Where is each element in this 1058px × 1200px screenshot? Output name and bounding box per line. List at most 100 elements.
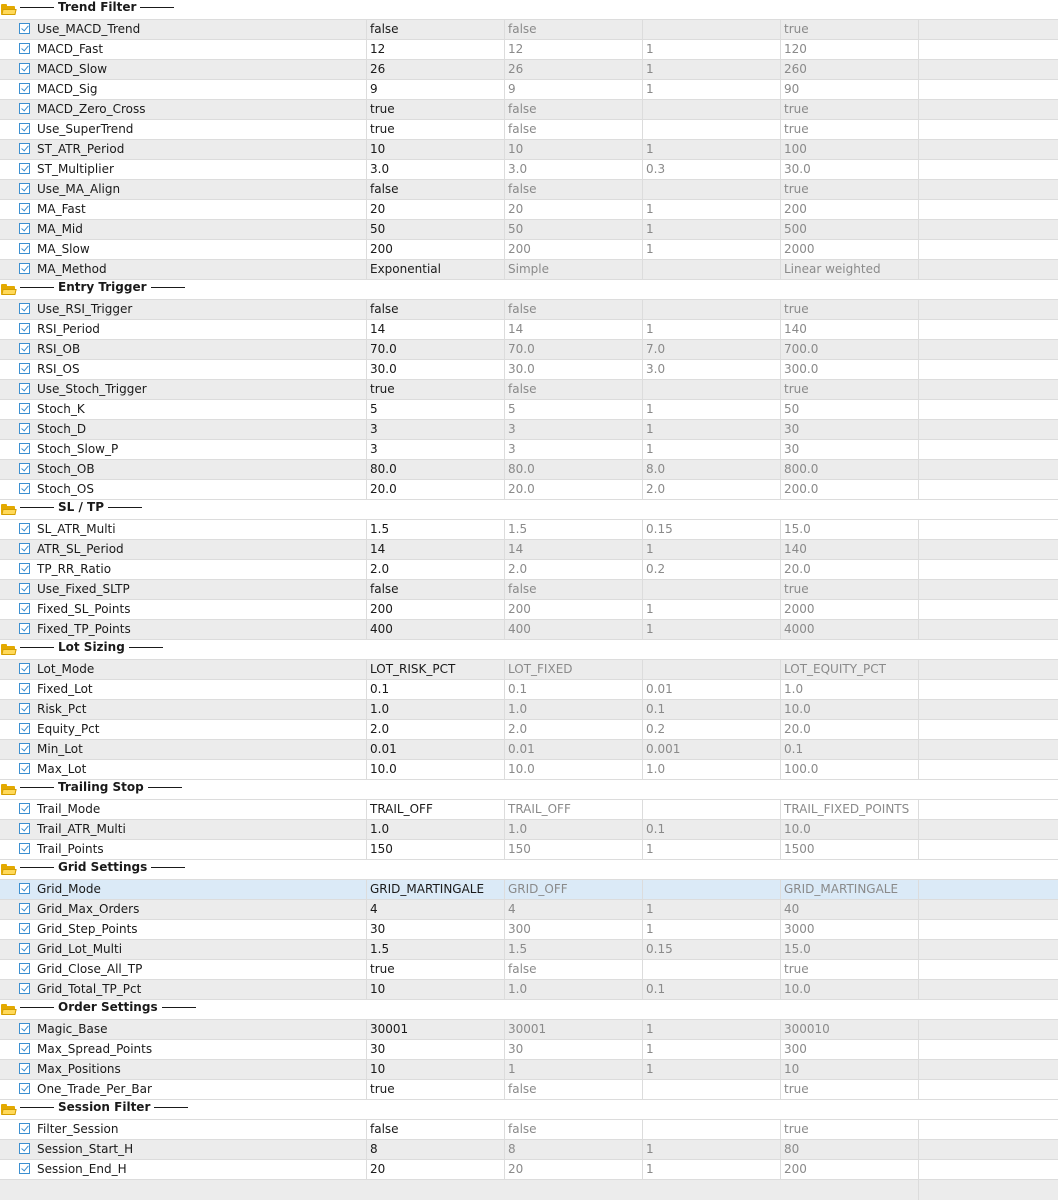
stop-cell[interactable]: 500	[781, 220, 919, 239]
checkbox-checked-icon[interactable]	[19, 363, 30, 374]
step-cell[interactable]: 1	[643, 40, 781, 59]
checkbox-checked-icon[interactable]	[19, 303, 30, 314]
variable-cell[interactable]: Grid_Total_TP_Pct	[0, 980, 367, 999]
checkbox-checked-icon[interactable]	[19, 583, 30, 594]
step-cell[interactable]: 0.2	[643, 720, 781, 739]
parameter-row[interactable]: Stoch_D 3 3 1 30	[0, 420, 1058, 440]
step-cell[interactable]: 1	[643, 140, 781, 159]
start-cell[interactable]: 26	[505, 60, 643, 79]
checkbox-checked-icon[interactable]	[19, 743, 30, 754]
stop-cell[interactable]: 700.0	[781, 340, 919, 359]
stop-cell[interactable]: 200.0	[781, 480, 919, 499]
start-cell[interactable]: 80.0	[505, 460, 643, 479]
stop-cell[interactable]: true	[781, 380, 919, 399]
start-cell[interactable]: 150	[505, 840, 643, 859]
checkbox-checked-icon[interactable]	[19, 843, 30, 854]
step-cell[interactable]: 1	[643, 320, 781, 339]
step-cell[interactable]: 0.15	[643, 520, 781, 539]
checkbox-checked-icon[interactable]	[19, 663, 30, 674]
checkbox-checked-icon[interactable]	[19, 443, 30, 454]
stop-cell[interactable]: 15.0	[781, 520, 919, 539]
checkbox-checked-icon[interactable]	[19, 563, 30, 574]
start-cell[interactable]: 3.0	[505, 160, 643, 179]
variable-cell[interactable]: Session_End_H	[0, 1160, 367, 1179]
value-cell[interactable]: 10.0	[367, 760, 505, 779]
value-cell[interactable]: 3	[367, 440, 505, 459]
checkbox-checked-icon[interactable]	[19, 823, 30, 834]
stop-cell[interactable]: 200	[781, 200, 919, 219]
stop-cell[interactable]: 10	[781, 1060, 919, 1079]
group-header[interactable]: SL / TP	[0, 500, 1058, 520]
start-cell[interactable]: false	[505, 1120, 643, 1139]
stop-cell[interactable]: 300010	[781, 1020, 919, 1039]
parameter-row[interactable]: MA_Mid 50 50 1 500	[0, 220, 1058, 240]
value-cell[interactable]: 1.0	[367, 700, 505, 719]
parameter-row[interactable]: Stoch_K 5 5 1 50	[0, 400, 1058, 420]
parameter-row[interactable]: Use_Stoch_Trigger true false true	[0, 380, 1058, 400]
variable-cell[interactable]: One_Trade_Per_Bar	[0, 1080, 367, 1099]
value-cell[interactable]: 14	[367, 320, 505, 339]
parameter-row[interactable]: Grid_Lot_Multi 1.5 1.5 0.15 15.0	[0, 940, 1058, 960]
step-cell[interactable]: 8.0	[643, 460, 781, 479]
start-cell[interactable]: 12	[505, 40, 643, 59]
value-cell[interactable]: true	[367, 380, 505, 399]
stop-cell[interactable]: 140	[781, 320, 919, 339]
variable-cell[interactable]: Grid_Max_Orders	[0, 900, 367, 919]
step-cell[interactable]: 1	[643, 600, 781, 619]
step-cell[interactable]	[643, 300, 781, 319]
step-cell[interactable]: 1	[643, 80, 781, 99]
start-cell[interactable]: 20	[505, 200, 643, 219]
stop-cell[interactable]: 1.0	[781, 680, 919, 699]
start-cell[interactable]: 14	[505, 540, 643, 559]
checkbox-checked-icon[interactable]	[19, 603, 30, 614]
value-cell[interactable]: false	[367, 580, 505, 599]
parameter-row[interactable]: MA_Slow 200 200 1 2000	[0, 240, 1058, 260]
stop-cell[interactable]: 30	[781, 420, 919, 439]
group-header[interactable]: Order Settings	[0, 1000, 1058, 1020]
start-cell[interactable]: 10.0	[505, 760, 643, 779]
group-header[interactable]: Session Filter	[0, 1100, 1058, 1120]
start-cell[interactable]: 3	[505, 420, 643, 439]
checkbox-checked-icon[interactable]	[19, 1063, 30, 1074]
step-cell[interactable]	[643, 120, 781, 139]
start-cell[interactable]: 20	[505, 1160, 643, 1179]
value-cell[interactable]: 200	[367, 600, 505, 619]
parameter-row[interactable]: Session_Start_H 8 8 1 80	[0, 1140, 1058, 1160]
checkbox-checked-icon[interactable]	[19, 883, 30, 894]
parameter-row[interactable]: Session_End_H 20 20 1 200	[0, 1160, 1058, 1180]
checkbox-checked-icon[interactable]	[19, 683, 30, 694]
value-cell[interactable]: 30	[367, 920, 505, 939]
parameter-row[interactable]: Stoch_OB 80.0 80.0 8.0 800.0	[0, 460, 1058, 480]
parameter-row[interactable]: ST_ATR_Period 10 10 1 100	[0, 140, 1058, 160]
parameter-row[interactable]: Max_Positions 10 1 1 10	[0, 1060, 1058, 1080]
parameter-row[interactable]: Trail_ATR_Multi 1.0 1.0 0.1 10.0	[0, 820, 1058, 840]
stop-cell[interactable]: Linear weighted	[781, 260, 919, 279]
value-cell[interactable]: 0.1	[367, 680, 505, 699]
stop-cell[interactable]: 120	[781, 40, 919, 59]
stop-cell[interactable]: 300	[781, 1040, 919, 1059]
checkbox-checked-icon[interactable]	[19, 23, 30, 34]
parameter-row[interactable]: Use_RSI_Trigger false false true	[0, 300, 1058, 320]
parameter-row[interactable]: Equity_Pct 2.0 2.0 0.2 20.0	[0, 720, 1058, 740]
variable-cell[interactable]: MA_Method	[0, 260, 367, 279]
checkbox-checked-icon[interactable]	[19, 1083, 30, 1094]
value-cell[interactable]: 20	[367, 200, 505, 219]
variable-cell[interactable]: MACD_Zero_Cross	[0, 100, 367, 119]
start-cell[interactable]: 30001	[505, 1020, 643, 1039]
value-cell[interactable]: true	[367, 120, 505, 139]
parameter-row[interactable]: Grid_Step_Points 30 300 1 3000	[0, 920, 1058, 940]
value-cell[interactable]: 80.0	[367, 460, 505, 479]
variable-cell[interactable]: Min_Lot	[0, 740, 367, 759]
value-cell[interactable]: 400	[367, 620, 505, 639]
step-cell[interactable]: 1	[643, 1160, 781, 1179]
checkbox-checked-icon[interactable]	[19, 43, 30, 54]
value-cell[interactable]: 30001	[367, 1020, 505, 1039]
stop-cell[interactable]: true	[781, 180, 919, 199]
parameter-row[interactable]: Filter_Session false false true	[0, 1120, 1058, 1140]
step-cell[interactable]: 7.0	[643, 340, 781, 359]
parameter-row[interactable]: Use_SuperTrend true false true	[0, 120, 1058, 140]
checkbox-checked-icon[interactable]	[19, 63, 30, 74]
value-cell[interactable]: 20	[367, 1160, 505, 1179]
stop-cell[interactable]: 15.0	[781, 940, 919, 959]
step-cell[interactable]	[643, 880, 781, 899]
